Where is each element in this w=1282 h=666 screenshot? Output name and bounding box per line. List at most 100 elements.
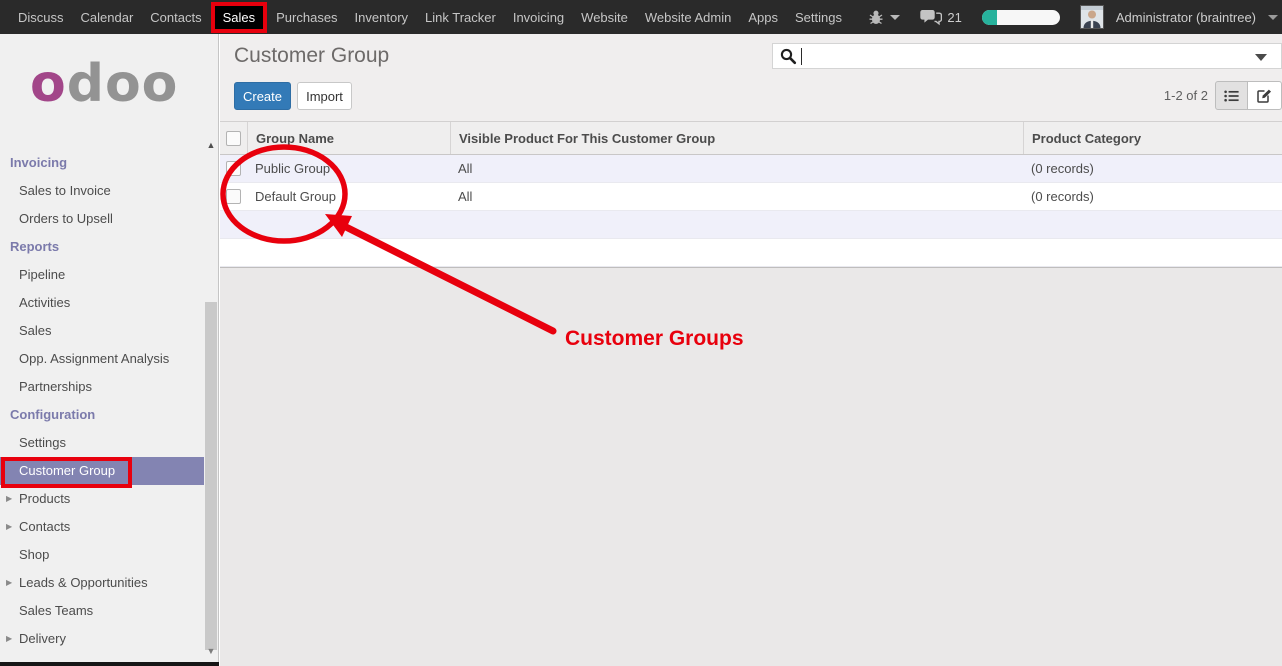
nav-item-link-tracker[interactable]: Link Tracker: [425, 10, 496, 25]
progress-pill: [982, 10, 1060, 25]
column-header-visible-product-for-this-customer-group[interactable]: Visible Product For This Customer Group: [450, 122, 1023, 154]
table-empty-row: [220, 211, 1282, 239]
sidebar-item-sales-teams[interactable]: Sales Teams: [0, 597, 204, 625]
sidebar-section-reports: Reports: [0, 233, 204, 261]
sidebar-item-label: Opp. Assignment Analysis: [19, 351, 169, 366]
table-row-default-group[interactable]: Default GroupAll(0 records): [220, 183, 1282, 211]
sidebar-item-label: Activities: [19, 295, 70, 310]
row-checkbox[interactable]: [226, 161, 241, 176]
sidebar-item-customer-group[interactable]: Customer Group: [0, 457, 204, 485]
nav-item-apps[interactable]: Apps: [748, 10, 778, 25]
sidebar-item-opp-assignment-analysis[interactable]: Opp. Assignment Analysis: [0, 345, 204, 373]
nav-item-website[interactable]: Website: [581, 10, 628, 25]
sidebar-item-settings[interactable]: Settings: [0, 429, 204, 457]
search-input[interactable]: [803, 46, 1247, 68]
sidebar-item-sales[interactable]: Sales: [0, 317, 204, 345]
search-box[interactable]: [772, 43, 1282, 69]
bug-icon[interactable]: [868, 10, 884, 25]
sidebar-item-delivery[interactable]: ▶ Delivery: [0, 625, 204, 653]
sidebar-item-label: Contacts: [19, 519, 70, 534]
table-row-public-group[interactable]: Public GroupAll(0 records): [220, 155, 1282, 183]
expand-arrow-icon[interactable]: ▶: [6, 513, 12, 541]
message-count-badge[interactable]: 21: [947, 10, 961, 25]
debug-caret-icon[interactable]: [890, 15, 900, 20]
table-cell: All: [450, 189, 1023, 204]
sidebar-item-label: Sales: [19, 323, 52, 338]
content-area: Customer Group Create Import 1-2 of 2: [220, 34, 1282, 666]
column-header-group-name[interactable]: Group Name: [247, 122, 450, 154]
table-empty-row: [220, 239, 1282, 267]
user-caret-icon[interactable]: [1268, 15, 1278, 20]
table-header-row: Group NameVisible Product For This Custo…: [220, 121, 1282, 155]
expand-arrow-icon[interactable]: ▶: [6, 485, 12, 513]
table-cell: Default Group: [247, 189, 450, 204]
text-cursor: [801, 48, 802, 65]
odoo-logo: odoo: [30, 58, 178, 110]
nav-item-settings[interactable]: Settings: [795, 10, 842, 25]
sidebar-scroll-down-icon[interactable]: ▼: [204, 646, 218, 656]
sidebar-bottom-strip: [0, 662, 219, 666]
odoo-app-window: Discuss Calendar Contacts Sales Purchases Inv…: [0, 0, 1282, 666]
table-cell: (0 records): [1023, 161, 1282, 176]
sidebar-item-leads-opportunities[interactable]: ▶ Leads & Opportunities: [0, 569, 204, 597]
sidebar-item-shop[interactable]: Shop: [0, 541, 204, 569]
customer-group-list: Group NameVisible Product For This Custo…: [220, 121, 1282, 268]
select-all-checkbox[interactable]: [226, 131, 241, 146]
sidebar-item-label: Sales Teams: [19, 603, 93, 618]
nav-item-discuss[interactable]: Discuss: [18, 10, 64, 25]
nav-item-contacts[interactable]: Contacts: [150, 10, 201, 25]
sidebar-item-label: Products: [19, 491, 70, 506]
sidebar-section-invoicing: Invoicing: [0, 149, 204, 177]
sidebar-scroll-up-icon[interactable]: ▲: [204, 140, 218, 150]
sidebar-menu: Invoicing Sales to Invoice Orders to Upsel…: [0, 149, 204, 653]
sidebar-item-sales-to-invoice[interactable]: Sales to Invoice: [0, 177, 204, 205]
progress-pill-fill: [982, 10, 997, 25]
sidebar-section-configuration: Configuration: [0, 401, 204, 429]
sidebar-item-label: Shop: [19, 547, 49, 562]
odoo-logo-rest: doo: [67, 54, 179, 114]
table-cell: (0 records): [1023, 189, 1282, 204]
nav-item-invoicing[interactable]: Invoicing: [513, 10, 564, 25]
annotation-callout-text: Customer Groups: [565, 327, 744, 351]
nav-item-sales[interactable]: Sales: [211, 2, 268, 33]
pager: 1-2 of 2: [1164, 88, 1208, 103]
import-button[interactable]: Import: [297, 82, 352, 110]
user-avatar[interactable]: [1080, 5, 1104, 29]
search-dropdown-caret-icon[interactable]: [1255, 54, 1267, 61]
nav-item-website-admin[interactable]: Website Admin: [645, 10, 731, 25]
search-icon: [780, 48, 797, 70]
nav-item-calendar[interactable]: Calendar: [81, 10, 134, 25]
topbar-right-cluster: 21 Administrator (braintree): [868, 5, 1282, 29]
sidebar-item-label: Delivery: [19, 631, 66, 646]
top-navbar: Discuss Calendar Contacts Sales Purchases Inv…: [0, 0, 1282, 34]
sidebar-item-orders-to-upsell[interactable]: Orders to Upsell: [0, 205, 204, 233]
form-view-button[interactable]: [1248, 81, 1282, 110]
sidebar-item-label: Sales to Invoice: [19, 183, 111, 198]
expand-arrow-icon[interactable]: ▶: [6, 625, 12, 653]
view-switcher: [1215, 81, 1282, 110]
row-checkbox-cell: [220, 189, 247, 204]
odoo-logo-first-letter: o: [30, 54, 67, 114]
list-view-button[interactable]: [1215, 81, 1248, 110]
control-panel: Customer Group Create Import 1-2 of 2: [220, 34, 1282, 121]
row-checkbox[interactable]: [226, 189, 241, 204]
sidebar-item-label: Settings: [19, 435, 66, 450]
sidebar-item-pipeline[interactable]: Pipeline: [0, 261, 204, 289]
nav-item-inventory[interactable]: Inventory: [355, 10, 408, 25]
page-title: Customer Group: [234, 44, 389, 68]
sidebar-item-activities[interactable]: Activities: [0, 289, 204, 317]
row-checkbox-cell: [220, 161, 247, 176]
sidebar-item-label: Orders to Upsell: [19, 211, 113, 226]
nav-item-purchases[interactable]: Purchases: [276, 10, 337, 25]
create-button[interactable]: Create: [234, 82, 291, 110]
sidebar-item-label: Leads & Opportunities: [19, 575, 148, 590]
sidebar-item-partnerships[interactable]: Partnerships: [0, 373, 204, 401]
sidebar-scrollbar-thumb[interactable]: [205, 302, 217, 650]
user-menu[interactable]: Administrator (braintree): [1116, 10, 1256, 25]
expand-arrow-icon[interactable]: ▶: [6, 569, 12, 597]
column-header-product-category[interactable]: Product Category: [1023, 122, 1282, 154]
chat-bubbles-icon[interactable]: [920, 9, 942, 26]
select-all-cell: [220, 122, 247, 154]
sidebar-item-contacts[interactable]: ▶ Contacts: [0, 513, 204, 541]
sidebar-item-products[interactable]: ▶ Products: [0, 485, 204, 513]
